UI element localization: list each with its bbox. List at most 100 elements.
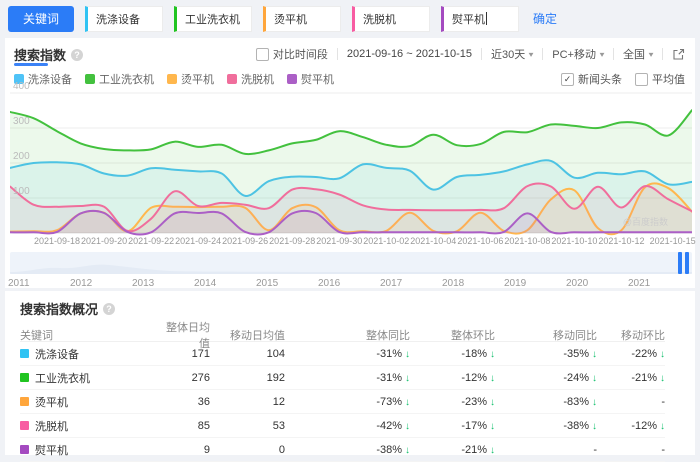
keyword-tag[interactable]: 工业洗衣机 <box>174 6 252 32</box>
x-axis-label: 2021-10-15 <box>650 236 696 246</box>
cell-value: -21% <box>461 444 487 456</box>
keyword-cell: 洗脱机 <box>20 418 160 434</box>
keyword-cell: 熨平机 <box>20 442 160 458</box>
x-axis-label: 2021-10-10 <box>551 236 597 246</box>
value-cell: -73%↓ <box>285 396 410 408</box>
cell-value: - <box>661 444 665 456</box>
overview-panel: 搜索指数概况 ? 关键词整体日均值移动日均值整体同比整体环比移动同比移动环比 洗… <box>5 291 695 455</box>
legend-item-4[interactable]: 熨平机 <box>287 71 334 87</box>
keyword-name: 洗脱机 <box>35 418 68 434</box>
chart-legend: 洗涤设备工业洗衣机烫平机洗脱机熨平机 <box>14 71 334 87</box>
search-index-title: 搜索指数 <box>14 45 66 64</box>
keyword-cell: 洗涤设备 <box>20 346 160 362</box>
panel-title-row: 搜索指数 ? <box>14 45 83 64</box>
overview-title-row: 搜索指数概况 ? <box>20 299 115 318</box>
legend-swatch <box>227 74 237 84</box>
active-tab-underline <box>14 63 48 66</box>
value-cell: 192 <box>210 372 285 384</box>
table-row[interactable]: 洗脱机8553-42%↓-17%↓-38%↓-12%↓ <box>20 414 665 438</box>
table-row[interactable]: 工业洗衣机276192-31%↓-12%↓-24%↓-21%↓ <box>20 366 665 390</box>
table-row[interactable]: 洗涤设备171104-31%↓-18%↓-35%↓-22%↓ <box>20 342 665 366</box>
legend-item-2[interactable]: 烫平机 <box>167 71 214 87</box>
device-dropdown[interactable]: PC+移动 ▾ <box>552 46 604 62</box>
cell-value: -38% <box>563 420 589 432</box>
watermark: @百度指数 <box>623 215 668 228</box>
keyword-tag[interactable]: 洗脱机 <box>352 6 430 32</box>
cell-value: -73% <box>376 396 402 408</box>
compare-checkbox[interactable] <box>256 48 269 61</box>
value-cell: 0 <box>210 444 285 456</box>
keyword-label-button[interactable]: 关键词 <box>8 6 74 32</box>
legend-item-3[interactable]: 洗脱机 <box>227 71 274 87</box>
confirm-button[interactable]: 确定 <box>533 10 557 27</box>
average-checkbox[interactable] <box>635 73 648 86</box>
down-arrow-icon: ↓ <box>660 349 665 360</box>
overlay-toggles: ✓ 新闻头条 平均值 <box>561 71 685 87</box>
region-dropdown[interactable]: 全国 ▾ <box>623 46 653 62</box>
cell-value: -21% <box>631 372 657 384</box>
period-dropdown[interactable]: 近30天 ▾ <box>491 46 533 62</box>
timeline-year-label: 2018 <box>442 278 464 289</box>
keyword-name: 熨平机 <box>35 442 68 458</box>
value-cell: -24%↓ <box>495 372 597 384</box>
timeline-minimap <box>10 252 692 274</box>
legend-item-1[interactable]: 工业洗衣机 <box>85 71 154 87</box>
table-row[interactable]: 烫平机3612-73%↓-23%↓-83%↓- <box>20 390 665 414</box>
legend-swatch <box>85 74 95 84</box>
x-axis-label: 2021-10-12 <box>598 236 644 246</box>
average-toggle[interactable]: 平均值 <box>635 71 685 87</box>
value-cell: -12%↓ <box>410 372 495 384</box>
value-cell: 9 <box>160 444 210 456</box>
cell-value: -17% <box>461 420 487 432</box>
date-range[interactable]: 2021-09-16 ~ 2021-10-15 <box>347 48 472 60</box>
help-icon[interactable]: ? <box>103 303 115 315</box>
period-value: 近30天 <box>491 46 525 62</box>
news-toggle[interactable]: ✓ 新闻头条 <box>561 71 622 87</box>
column-header: 整体同比 <box>285 327 410 343</box>
timeline-year-label: 2013 <box>132 278 154 289</box>
value-cell: - <box>495 444 597 456</box>
text-cursor-icon <box>486 12 487 25</box>
keyword-swatch <box>20 397 29 406</box>
x-axis-label: 2021-10-08 <box>504 236 550 246</box>
share-icon[interactable] <box>672 48 685 61</box>
cell-value: 276 <box>192 372 210 384</box>
cell-value: 171 <box>192 348 210 360</box>
value-cell: -38%↓ <box>495 420 597 432</box>
table-row[interactable]: 熨平机90-38%↓-21%↓-- <box>20 438 665 462</box>
chevron-down-icon: ▾ <box>600 50 605 59</box>
baidu-index-page: { "colors": {"accent": "#2b7cf7", "down_… <box>0 0 700 455</box>
keyword-tag-label: 烫平机 <box>274 11 307 27</box>
keyword-tag-label: 工业洗衣机 <box>185 11 240 27</box>
cell-value: -38% <box>376 444 402 456</box>
x-axis-label: 2021-09-30 <box>316 236 362 246</box>
x-axis-label: 2021-09-22 <box>128 236 174 246</box>
timeline-year-label: 2011 <box>8 278 30 289</box>
keyword-tag[interactable]: 洗涤设备 <box>85 6 163 32</box>
trend-chart[interactable]: 100200300400 <box>10 90 692 238</box>
value-cell: 104 <box>210 348 285 360</box>
down-arrow-icon: ↓ <box>660 421 665 432</box>
trend-chart-svg <box>10 90 692 238</box>
timeline-slider[interactable] <box>10 252 692 274</box>
news-checkbox[interactable]: ✓ <box>561 73 574 86</box>
timeline-year-label: 2015 <box>256 278 278 289</box>
keyword-tag[interactable]: 熨平机 <box>441 6 519 32</box>
keyword-tag[interactable]: 烫平机 <box>263 6 341 32</box>
timeline-year-label: 2016 <box>318 278 340 289</box>
legend-label: 工业洗衣机 <box>99 71 154 87</box>
timeline-year-label: 2014 <box>194 278 216 289</box>
keyword-tag-label: 洗脱机 <box>363 11 396 27</box>
compare-period-toggle[interactable]: 对比时间段 <box>256 46 328 62</box>
y-axis-label: 400 <box>13 81 30 92</box>
value-cell: -31%↓ <box>285 372 410 384</box>
overview-title: 搜索指数概况 <box>20 299 98 318</box>
value-cell: -23%↓ <box>410 396 495 408</box>
column-header: 关键词 <box>20 327 160 343</box>
help-icon[interactable]: ? <box>71 49 83 61</box>
keyword-tags: 洗涤设备 工业洗衣机 烫平机 洗脱机 熨平机 <box>85 6 519 32</box>
timeline-year-label: 2019 <box>504 278 526 289</box>
timeline-year-label: 2021 <box>628 278 650 289</box>
cell-value: 36 <box>198 396 210 408</box>
timeline-handle[interactable] <box>678 252 689 274</box>
